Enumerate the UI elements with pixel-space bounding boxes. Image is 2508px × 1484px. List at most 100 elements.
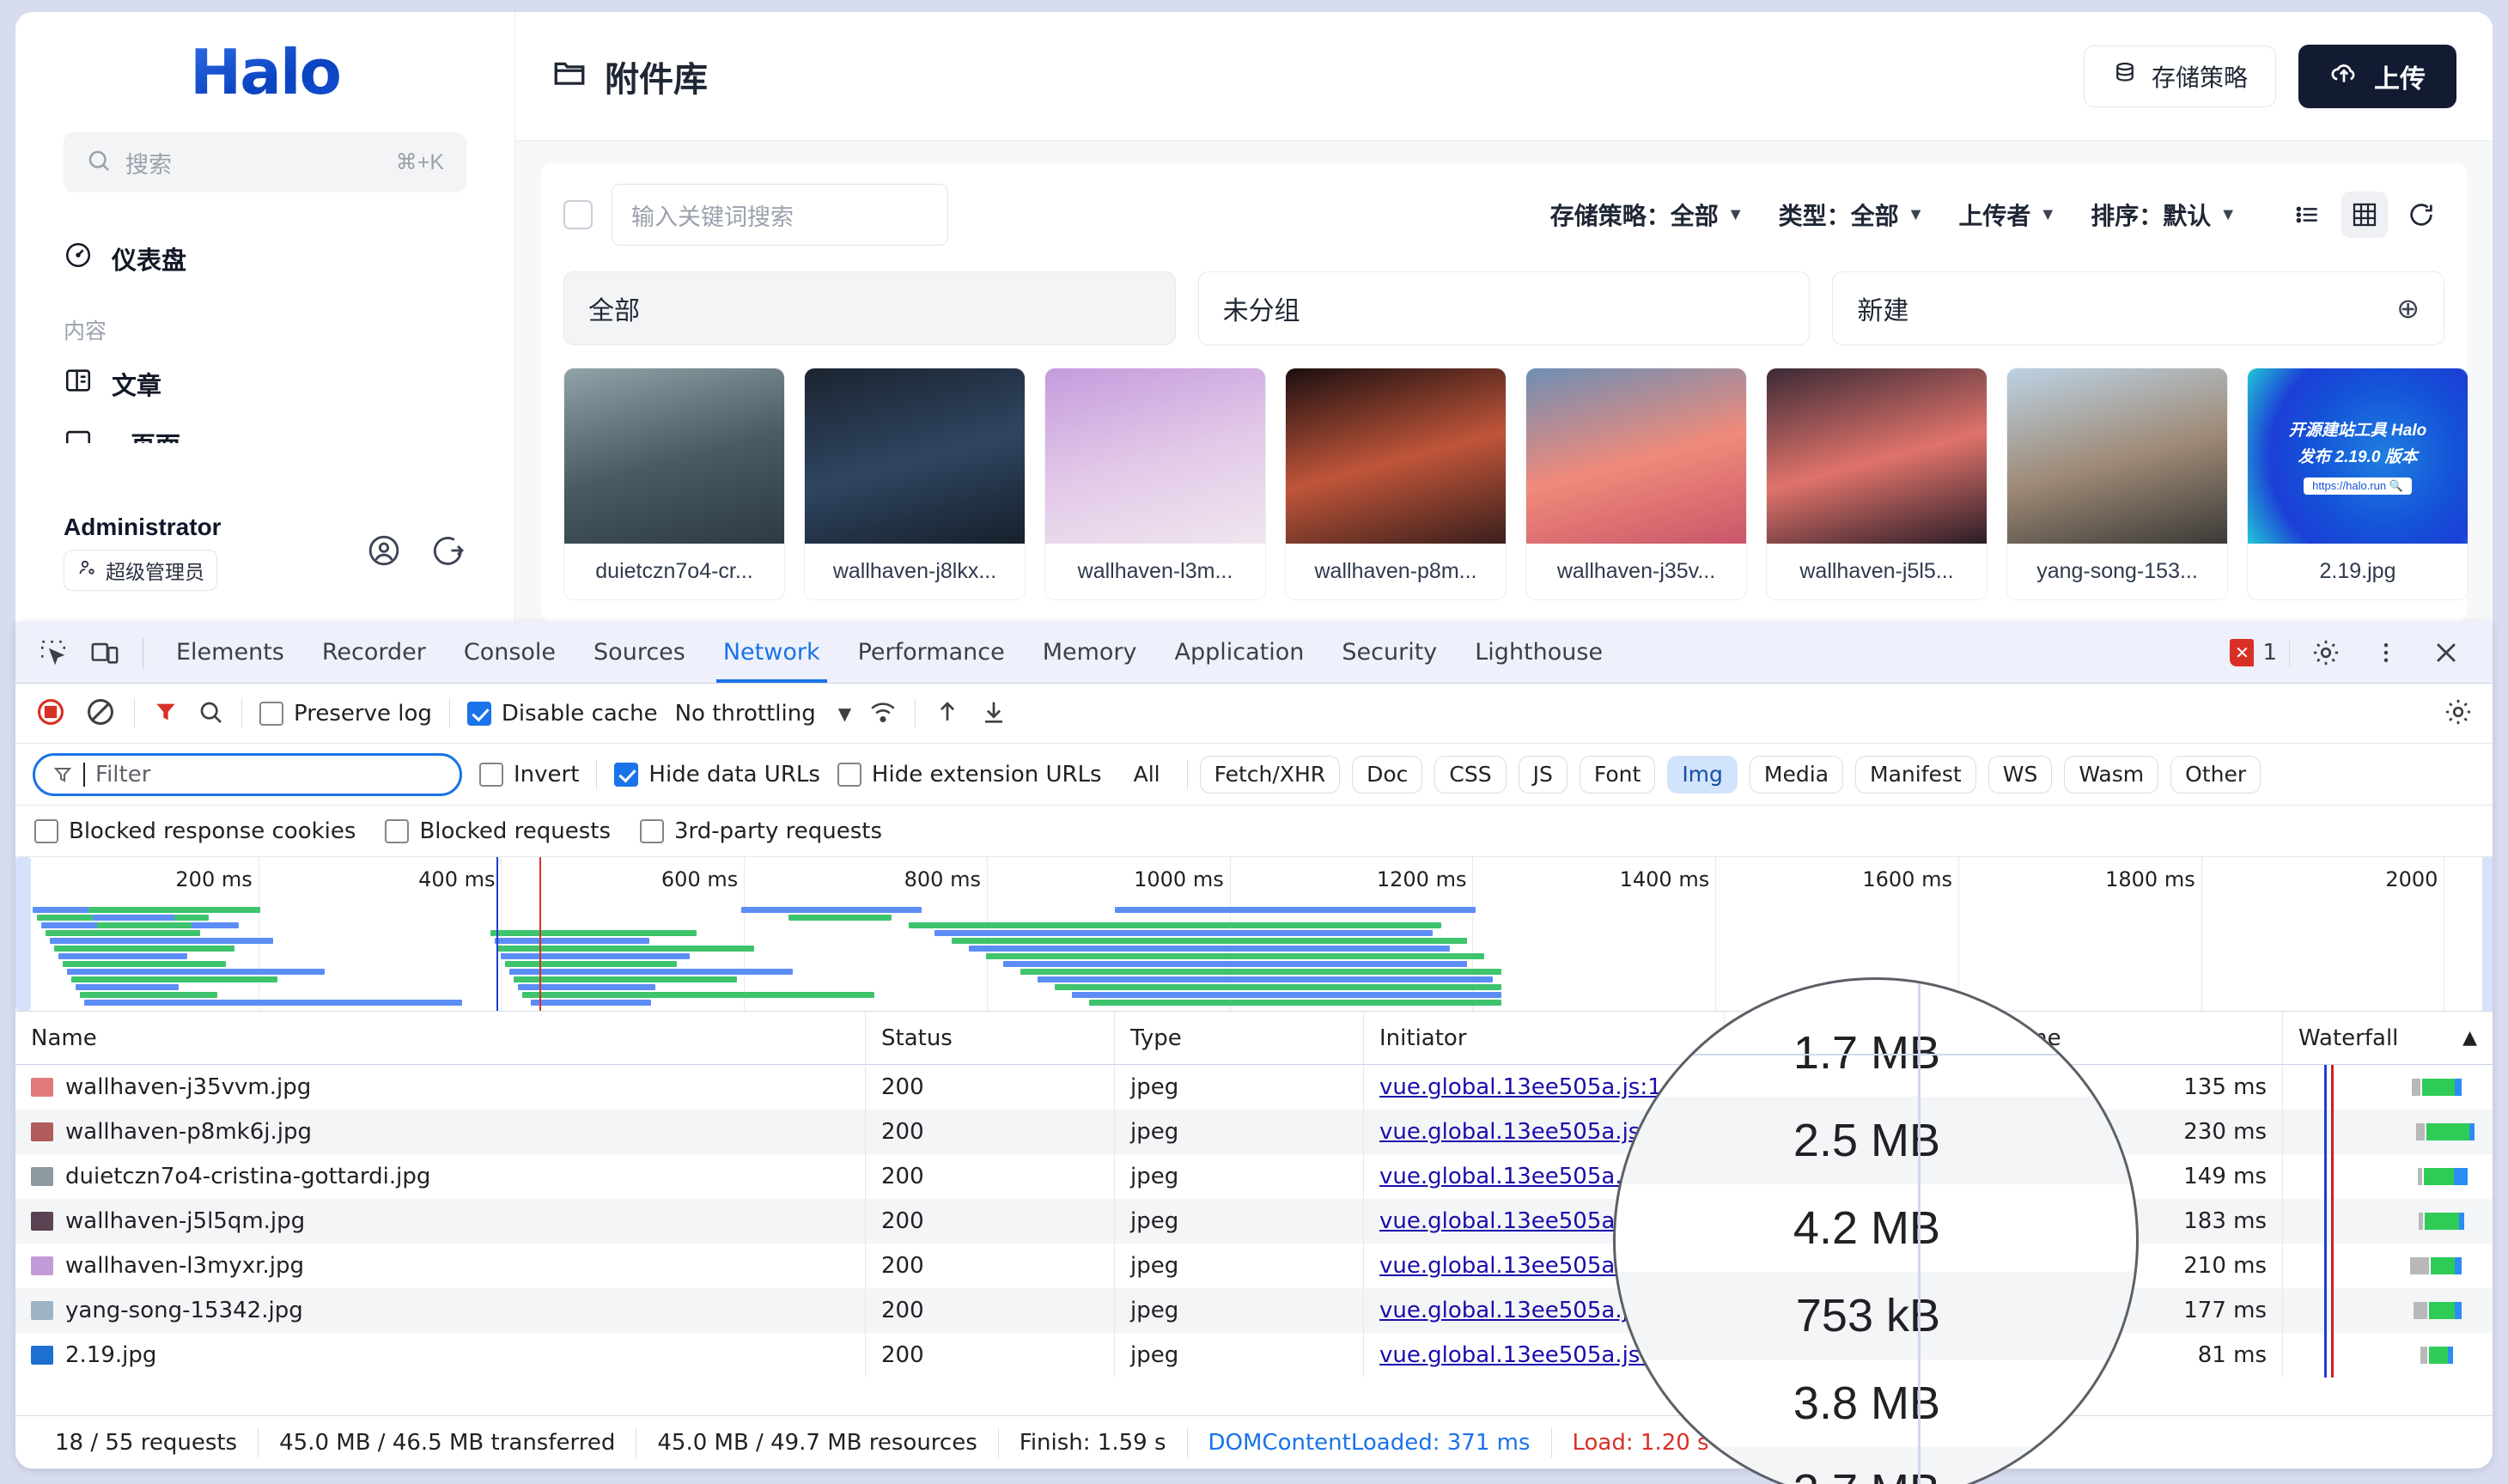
hide-extension-urls-checkbox[interactable]: Hide extension URLs xyxy=(837,762,1102,788)
add-group-icon[interactable]: ⊕ xyxy=(2396,292,2420,325)
list-view-button[interactable] xyxy=(2285,192,2331,238)
sidebar: Halo 搜索 ⌘+K 仪表盘 xyxy=(15,12,515,622)
attachment-card[interactable]: wallhaven-j5l5... xyxy=(1766,368,1988,600)
devtools-tab-lighthouse[interactable]: Lighthouse xyxy=(1456,623,1622,683)
column-header-type[interactable]: Type xyxy=(1115,1012,1364,1065)
close-icon[interactable] xyxy=(2422,629,2470,677)
filter-type[interactable]: 类型：全部 ▼ xyxy=(1779,198,1925,232)
devtools-tab-application[interactable]: Application xyxy=(1156,623,1324,683)
column-header-initiator[interactable]: Initiator xyxy=(1364,1012,1725,1065)
overview-left-handle[interactable] xyxy=(15,857,31,1011)
disable-cache-checkbox[interactable]: Disable cache xyxy=(467,701,658,727)
record-button-icon[interactable] xyxy=(34,696,67,732)
resource-filter-font[interactable]: Font xyxy=(1580,756,1655,794)
attachment-card[interactable]: wallhaven-j8lkx... xyxy=(804,368,1026,600)
attachment-group-tab[interactable]: 未分组 xyxy=(1198,271,1811,345)
storage-policy-button[interactable]: 存储策略 xyxy=(2084,46,2276,107)
select-all-checkbox[interactable] xyxy=(563,200,593,229)
network-conditions-icon[interactable] xyxy=(868,697,898,730)
table-row[interactable]: 2.19.jpg200jpegvue.global.13ee505a.js:18… xyxy=(15,1333,2493,1378)
search-icon[interactable] xyxy=(197,698,224,729)
network-filter-input[interactable]: Filter xyxy=(33,753,462,796)
filter-toggle-icon[interactable] xyxy=(152,698,180,729)
invert-checkbox[interactable]: Invert xyxy=(479,762,579,788)
clear-button-icon[interactable] xyxy=(84,696,117,732)
attachment-group-tab[interactable]: 全部 xyxy=(563,271,1176,345)
more-options-icon[interactable] xyxy=(2362,629,2410,677)
devtools-tab-performance[interactable]: Performance xyxy=(839,623,1024,683)
attachment-card[interactable]: wallhaven-j35v... xyxy=(1525,368,1747,600)
gear-icon[interactable] xyxy=(2302,629,2350,677)
resource-filter-doc[interactable]: Doc xyxy=(1352,756,1422,794)
filter-sort[interactable]: 排序：默认 ▼ xyxy=(2091,198,2237,232)
overview-bar xyxy=(934,930,1433,936)
resource-filter-css[interactable]: CSS xyxy=(1434,756,1506,794)
attachment-card[interactable]: yang-song-153... xyxy=(2006,368,2228,600)
inspect-element-icon[interactable] xyxy=(29,629,77,677)
column-header-name[interactable]: Name xyxy=(15,1012,866,1065)
preserve-log-checkbox[interactable]: Preserve log xyxy=(259,701,432,727)
initiator-link[interactable]: vue.global.13ee505a.js:1 xyxy=(1379,1119,1662,1145)
throttling-select[interactable]: No throttling ▼ xyxy=(675,701,852,727)
devtools-tab-recorder[interactable]: Recorder xyxy=(303,623,445,683)
resource-filter-media[interactable]: Media xyxy=(1750,756,1843,794)
blocked-response-cookies-checkbox[interactable]: Blocked response cookies xyxy=(34,818,356,844)
hide-data-urls-checkbox[interactable]: Hide data URLs xyxy=(614,762,820,788)
blocked-requests-checkbox[interactable]: Blocked requests xyxy=(385,818,611,844)
search-shortcut-hint: ⌘+K xyxy=(396,149,444,175)
overview-tick-label: 200 ms xyxy=(175,867,252,891)
error-count-badge[interactable]: ✕ 1 xyxy=(2230,639,2277,666)
attachment-card[interactable]: 开源建站工具 Halo发布 2.19.0 版本https://halo.run … xyxy=(2247,368,2468,600)
network-settings-icon[interactable] xyxy=(2443,696,2474,731)
device-toolbar-icon[interactable] xyxy=(81,629,129,677)
overview-tick-label: 600 ms xyxy=(661,867,738,891)
resource-filter-all[interactable]: All xyxy=(1119,756,1175,794)
filter-storage-policy[interactable]: 存储策略：全部 ▼ xyxy=(1550,198,1744,232)
attachment-search-input[interactable]: 输入关键词搜索 xyxy=(612,184,948,246)
hide-extension-urls-label: Hide extension URLs xyxy=(872,762,1102,788)
resource-filter-label: Font xyxy=(1594,762,1641,787)
filter-uploader[interactable]: 上传者 ▼ xyxy=(1958,198,2056,232)
sidebar-search-box[interactable]: 搜索 ⌘+K xyxy=(64,132,466,192)
import-har-icon[interactable] xyxy=(933,697,962,730)
sidebar-item-partial[interactable]: 页面 xyxy=(15,414,514,443)
devtools-tab-sources[interactable]: Sources xyxy=(575,623,704,683)
export-har-icon[interactable] xyxy=(979,697,1008,730)
initiator-link[interactable]: vue.global.13ee505a.js:1 xyxy=(1379,1298,1662,1323)
network-overview-timeline[interactable]: 200 ms400 ms600 ms800 ms1000 ms1200 ms14… xyxy=(15,857,2493,1012)
attachment-card[interactable]: wallhaven-p8m... xyxy=(1285,368,1507,600)
initiator-link[interactable]: vue.global.13ee505a.js:1 xyxy=(1379,1074,1662,1100)
resource-filter-ws[interactable]: WS xyxy=(1988,756,2053,794)
sidebar-item-posts[interactable]: 文章 xyxy=(15,354,514,414)
devtools-tab-security[interactable]: Security xyxy=(1323,623,1456,683)
attachment-card[interactable]: wallhaven-l3m... xyxy=(1044,368,1266,600)
devtools-tab-elements[interactable]: Elements xyxy=(157,623,303,683)
overview-right-handle[interactable] xyxy=(2482,857,2493,1011)
resource-filter-js[interactable]: JS xyxy=(1519,756,1568,794)
waterfall-load-line xyxy=(2331,1288,2334,1333)
sidebar-item-dashboard[interactable]: 仪表盘 xyxy=(15,228,514,289)
devtools-tab-console[interactable]: Console xyxy=(445,623,575,683)
user-profile-icon[interactable] xyxy=(367,533,401,572)
logout-icon[interactable] xyxy=(432,533,466,572)
resource-filter-other[interactable]: Other xyxy=(2170,756,2261,794)
overview-bar xyxy=(788,915,892,921)
attachment-group-tab[interactable]: 新建⊕ xyxy=(1832,271,2444,345)
devtools-tab-memory[interactable]: Memory xyxy=(1024,623,1156,683)
resource-filter-manifest[interactable]: Manifest xyxy=(1855,756,1976,794)
column-header-waterfall[interactable]: Waterfall ▲ xyxy=(2283,1012,2493,1065)
devtools-tab-network[interactable]: Network xyxy=(704,623,839,683)
resource-filter-img[interactable]: Img xyxy=(1667,756,1738,794)
resource-filter-wasm[interactable]: Wasm xyxy=(2064,756,2158,794)
third-party-requests-checkbox[interactable]: 3rd-party requests xyxy=(640,818,882,844)
table-row[interactable]: wallhaven-j35vvm.jpg200jpegvue.global.13… xyxy=(15,1065,2493,1110)
upload-button[interactable]: 上传 xyxy=(2298,45,2456,108)
attachment-card[interactable]: duietczn7o4-cr... xyxy=(563,368,785,600)
refresh-button[interactable] xyxy=(2398,192,2444,238)
column-header-status[interactable]: Status xyxy=(866,1012,1115,1065)
grid-view-button[interactable] xyxy=(2341,192,2388,238)
resource-filter-fetch-xhr[interactable]: Fetch/XHR xyxy=(1200,756,1341,794)
attachment-thumbnail-image xyxy=(1767,368,1987,544)
overview-bar xyxy=(1038,976,1493,982)
initiator-link[interactable]: vue.global.13ee505a.js:1 xyxy=(1379,1342,1662,1368)
